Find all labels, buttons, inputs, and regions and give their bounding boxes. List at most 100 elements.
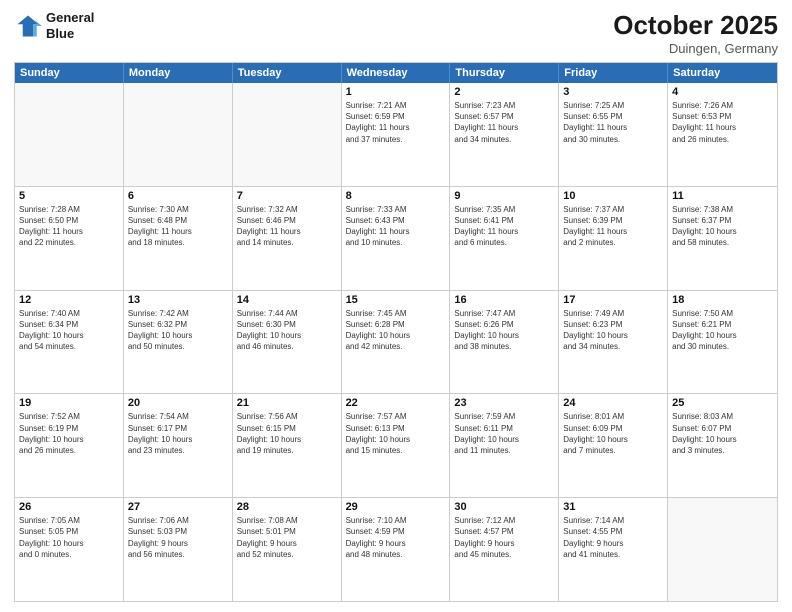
cell-text: Sunrise: 7:05 AMSunset: 5:05 PMDaylight:… xyxy=(19,515,119,560)
weekday-header: Friday xyxy=(559,63,668,83)
cell-text: Sunrise: 7:57 AMSunset: 6:13 PMDaylight:… xyxy=(346,411,446,456)
weekday-header: Monday xyxy=(124,63,233,83)
calendar-header: SundayMondayTuesdayWednesdayThursdayFrid… xyxy=(15,63,777,83)
day-number: 24 xyxy=(563,397,663,409)
cell-text: Sunrise: 7:44 AMSunset: 6:30 PMDaylight:… xyxy=(237,308,337,353)
day-number: 14 xyxy=(237,294,337,306)
cell-text: Sunrise: 7:23 AMSunset: 6:57 PMDaylight:… xyxy=(454,100,554,145)
day-number: 12 xyxy=(19,294,119,306)
day-number: 9 xyxy=(454,190,554,202)
calendar-cell: 25 Sunrise: 8:03 AMSunset: 6:07 PMDayligh… xyxy=(668,394,777,497)
day-number: 27 xyxy=(128,501,228,513)
cell-text: Sunrise: 8:01 AMSunset: 6:09 PMDaylight:… xyxy=(563,411,663,456)
cell-text: Sunrise: 7:40 AMSunset: 6:34 PMDaylight:… xyxy=(19,308,119,353)
calendar-row: 5 Sunrise: 7:28 AMSunset: 6:50 PMDaylight… xyxy=(15,186,777,290)
cell-text: Sunrise: 7:59 AMSunset: 6:11 PMDaylight:… xyxy=(454,411,554,456)
calendar-cell: 2Sunrise: 7:23 AMSunset: 6:57 PMDaylight… xyxy=(450,83,559,186)
day-number: 5 xyxy=(19,190,119,202)
cell-text: Sunrise: 7:33 AMSunset: 6:43 PMDaylight:… xyxy=(346,204,446,249)
calendar-cell: 13Sunrise: 7:42 AMSunset: 6:32 PMDayligh… xyxy=(124,291,233,394)
location: Duingen, Germany xyxy=(613,41,778,56)
calendar-cell: 16Sunrise: 7:47 AMSunset: 6:26 PMDayligh… xyxy=(450,291,559,394)
weekday-header: Tuesday xyxy=(233,63,342,83)
calendar-body: 1 Sunrise: 7:21 AMSunset: 6:59 PMDaylight… xyxy=(15,83,777,601)
day-number: 29 xyxy=(346,501,446,513)
cell-text: Sunrise: 7:25 AMSunset: 6:55 PMDaylight:… xyxy=(563,100,663,145)
calendar-cell: 15Sunrise: 7:45 AMSunset: 6:28 PMDayligh… xyxy=(342,291,451,394)
cell-text: Sunrise: 7:50 AMSunset: 6:21 PMDaylight:… xyxy=(672,308,773,353)
day-number: 1 xyxy=(346,86,446,98)
day-number: 10 xyxy=(563,190,663,202)
cell-text: Sunrise: 7:26 AMSunset: 6:53 PMDaylight:… xyxy=(672,100,773,145)
day-number: 15 xyxy=(346,294,446,306)
calendar-cell: 9 Sunrise: 7:35 AMSunset: 6:41 PMDaylight… xyxy=(450,187,559,290)
calendar-cell: 21Sunrise: 7:56 AMSunset: 6:15 PMDayligh… xyxy=(233,394,342,497)
day-number: 16 xyxy=(454,294,554,306)
header: General Blue October 2025 Duingen, Germa… xyxy=(14,10,778,56)
cell-text: Sunrise: 7:54 AMSunset: 6:17 PMDaylight:… xyxy=(128,411,228,456)
day-number: 13 xyxy=(128,294,228,306)
calendar-cell xyxy=(15,83,124,186)
calendar-row: 1 Sunrise: 7:21 AMSunset: 6:59 PMDaylight… xyxy=(15,83,777,186)
day-number: 4 xyxy=(672,86,773,98)
calendar-cell: 8 Sunrise: 7:33 AMSunset: 6:43 PMDaylight… xyxy=(342,187,451,290)
page: General Blue October 2025 Duingen, Germa… xyxy=(0,0,792,612)
calendar-cell xyxy=(233,83,342,186)
day-number: 7 xyxy=(237,190,337,202)
calendar-cell: 11Sunrise: 7:38 AMSunset: 6:37 PMDayligh… xyxy=(668,187,777,290)
day-number: 8 xyxy=(346,190,446,202)
day-number: 23 xyxy=(454,397,554,409)
day-number: 22 xyxy=(346,397,446,409)
month-title: October 2025 xyxy=(613,10,778,41)
cell-text: Sunrise: 7:14 AMSunset: 4:55 PMDaylight:… xyxy=(563,515,663,560)
day-number: 20 xyxy=(128,397,228,409)
weekday-header: Sunday xyxy=(15,63,124,83)
cell-text: Sunrise: 7:32 AMSunset: 6:46 PMDaylight:… xyxy=(237,204,337,249)
calendar-cell: 30 Sunrise: 7:12 AMSunset: 4:57 PMDayligh… xyxy=(450,498,559,601)
calendar-cell: 28 Sunrise: 7:08 AMSunset: 5:01 PMDayligh… xyxy=(233,498,342,601)
day-number: 3 xyxy=(563,86,663,98)
calendar-cell: 19 Sunrise: 7:52 AMSunset: 6:19 PMDayligh… xyxy=(15,394,124,497)
logo-icon xyxy=(14,12,42,40)
weekday-header: Wednesday xyxy=(342,63,451,83)
day-number: 28 xyxy=(237,501,337,513)
calendar-cell: 23 Sunrise: 7:59 AMSunset: 6:11 PMDayligh… xyxy=(450,394,559,497)
calendar-cell: 24 Sunrise: 8:01 AMSunset: 6:09 PMDayligh… xyxy=(559,394,668,497)
day-number: 6 xyxy=(128,190,228,202)
calendar-cell: 1 Sunrise: 7:21 AMSunset: 6:59 PMDaylight… xyxy=(342,83,451,186)
calendar-row: 12 Sunrise: 7:40 AMSunset: 6:34 PMDayligh… xyxy=(15,290,777,394)
calendar-cell: 31Sunrise: 7:14 AMSunset: 4:55 PMDayligh… xyxy=(559,498,668,601)
cell-text: Sunrise: 7:12 AMSunset: 4:57 PMDaylight:… xyxy=(454,515,554,560)
cell-text: Sunrise: 7:21 AMSunset: 6:59 PMDaylight:… xyxy=(346,100,446,145)
cell-text: Sunrise: 7:28 AMSunset: 6:50 PMDaylight:… xyxy=(19,204,119,249)
calendar-row: 19 Sunrise: 7:52 AMSunset: 6:19 PMDayligh… xyxy=(15,393,777,497)
day-number: 17 xyxy=(563,294,663,306)
cell-text: Sunrise: 7:30 AMSunset: 6:48 PMDaylight:… xyxy=(128,204,228,249)
calendar-cell: 10 Sunrise: 7:37 AMSunset: 6:39 PMDayligh… xyxy=(559,187,668,290)
cell-text: Sunrise: 7:52 AMSunset: 6:19 PMDaylight:… xyxy=(19,411,119,456)
logo-line2: Blue xyxy=(46,26,94,42)
calendar-cell: 14 Sunrise: 7:44 AMSunset: 6:30 PMDayligh… xyxy=(233,291,342,394)
weekday-header: Thursday xyxy=(450,63,559,83)
calendar-cell: 27Sunrise: 7:06 AMSunset: 5:03 PMDayligh… xyxy=(124,498,233,601)
day-number: 26 xyxy=(19,501,119,513)
cell-text: Sunrise: 7:37 AMSunset: 6:39 PMDaylight:… xyxy=(563,204,663,249)
calendar-cell: 4 Sunrise: 7:26 AMSunset: 6:53 PMDaylight… xyxy=(668,83,777,186)
cell-text: Sunrise: 7:38 AMSunset: 6:37 PMDaylight:… xyxy=(672,204,773,249)
calendar-cell: 20 Sunrise: 7:54 AMSunset: 6:17 PMDayligh… xyxy=(124,394,233,497)
calendar-cell: 3 Sunrise: 7:25 AMSunset: 6:55 PMDaylight… xyxy=(559,83,668,186)
day-number: 25 xyxy=(672,397,773,409)
cell-text: Sunrise: 7:35 AMSunset: 6:41 PMDaylight:… xyxy=(454,204,554,249)
calendar: SundayMondayTuesdayWednesdayThursdayFrid… xyxy=(14,62,778,602)
calendar-cell: 12 Sunrise: 7:40 AMSunset: 6:34 PMDayligh… xyxy=(15,291,124,394)
logo-text: General Blue xyxy=(46,10,94,41)
calendar-cell: 18Sunrise: 7:50 AMSunset: 6:21 PMDayligh… xyxy=(668,291,777,394)
cell-text: Sunrise: 8:03 AMSunset: 6:07 PMDaylight:… xyxy=(672,411,773,456)
logo-line1: General xyxy=(46,10,94,26)
day-number: 19 xyxy=(19,397,119,409)
weekday-header: Saturday xyxy=(668,63,777,83)
month-info: October 2025 Duingen, Germany xyxy=(613,10,778,56)
cell-text: Sunrise: 7:08 AMSunset: 5:01 PMDaylight:… xyxy=(237,515,337,560)
day-number: 30 xyxy=(454,501,554,513)
calendar-cell: 5 Sunrise: 7:28 AMSunset: 6:50 PMDaylight… xyxy=(15,187,124,290)
